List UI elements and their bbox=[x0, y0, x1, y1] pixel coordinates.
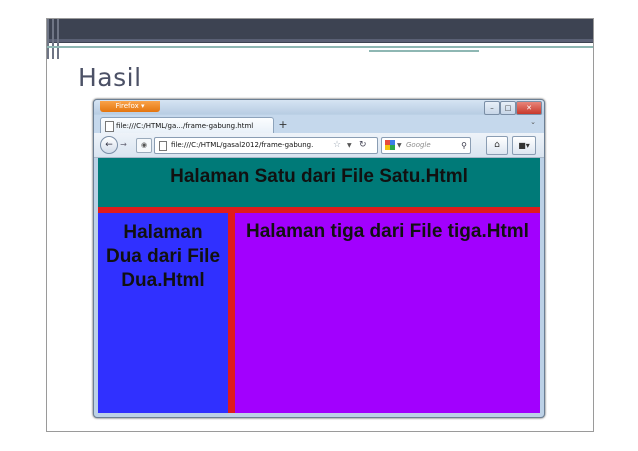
teal-divider bbox=[47, 46, 593, 48]
back-button[interactable]: ← bbox=[100, 136, 118, 154]
page-icon bbox=[105, 121, 114, 132]
slide: Hasil Firefox ▾ – □ ✕ file:///C:/HTML/ga… bbox=[46, 18, 594, 432]
close-button[interactable]: ✕ bbox=[516, 101, 542, 115]
search-engine-dropdown-icon[interactable]: ▼ bbox=[397, 138, 402, 153]
url-input[interactable]: file:///C:/HTML/gasal2012/frame-gabung. bbox=[171, 138, 331, 153]
slide-title: Hasil bbox=[78, 63, 142, 92]
teal-divider-short bbox=[369, 50, 479, 52]
navigation-toolbar: ← → ◉ file:///C:/HTML/gasal2012/frame-ga… bbox=[94, 133, 544, 158]
bookmark-star-icon[interactable]: ☆ bbox=[333, 138, 341, 153]
forward-button[interactable]: → bbox=[117, 138, 130, 151]
site-identity-icon[interactable]: ◉ bbox=[136, 138, 152, 153]
window-titlebar: Firefox ▾ – □ ✕ bbox=[94, 100, 544, 115]
search-icon[interactable]: ⚲ bbox=[461, 138, 467, 153]
search-bar[interactable]: ▼ Google ⚲ bbox=[381, 137, 471, 154]
page-icon bbox=[159, 141, 167, 151]
frame-left: Halaman Dua dari File Dua.Html bbox=[98, 213, 228, 413]
tab-frame-gabung[interactable]: file:///C:/HTML/ga.../frame-gabung.html bbox=[100, 117, 274, 134]
reload-icon[interactable]: ↻ bbox=[359, 138, 367, 153]
maximize-button[interactable]: □ bbox=[500, 101, 516, 115]
frame-left-heading: Halaman Dua dari File Dua.Html bbox=[105, 222, 221, 291]
frame-top-heading: Halaman Satu dari File Satu.Html bbox=[170, 166, 468, 187]
url-dropdown-icon[interactable]: ▼ bbox=[347, 138, 352, 153]
frame-right: Halaman tiga dari File tiga.Html bbox=[235, 213, 540, 413]
chevron-down-icon[interactable]: ⌄ bbox=[530, 118, 536, 126]
home-button[interactable]: ⌂ bbox=[486, 136, 508, 155]
frame-right-heading: Halaman tiga dari File tiga.Html bbox=[246, 221, 529, 242]
new-tab-button[interactable]: + bbox=[276, 118, 290, 132]
tab-bar: file:///C:/HTML/ga.../frame-gabung.html … bbox=[94, 115, 544, 134]
url-bar[interactable]: file:///C:/HTML/gasal2012/frame-gabung. … bbox=[154, 137, 378, 154]
frame-top: Halaman Satu dari File Satu.Html bbox=[98, 158, 540, 207]
minimize-button[interactable]: – bbox=[484, 101, 500, 115]
tab-label: file:///C:/HTML/ga.../frame-gabung.html bbox=[116, 122, 254, 130]
header-accent bbox=[47, 19, 593, 59]
page-viewport: Halaman Satu dari File Satu.Html Halaman… bbox=[98, 158, 540, 413]
addon-button[interactable]: ■▾ bbox=[512, 136, 536, 155]
search-input[interactable]: Google bbox=[406, 138, 431, 153]
firefox-menu-button[interactable]: Firefox ▾ bbox=[100, 101, 160, 112]
firefox-window: Firefox ▾ – □ ✕ file:///C:/HTML/ga.../fr… bbox=[93, 99, 545, 418]
google-icon[interactable] bbox=[385, 140, 395, 150]
